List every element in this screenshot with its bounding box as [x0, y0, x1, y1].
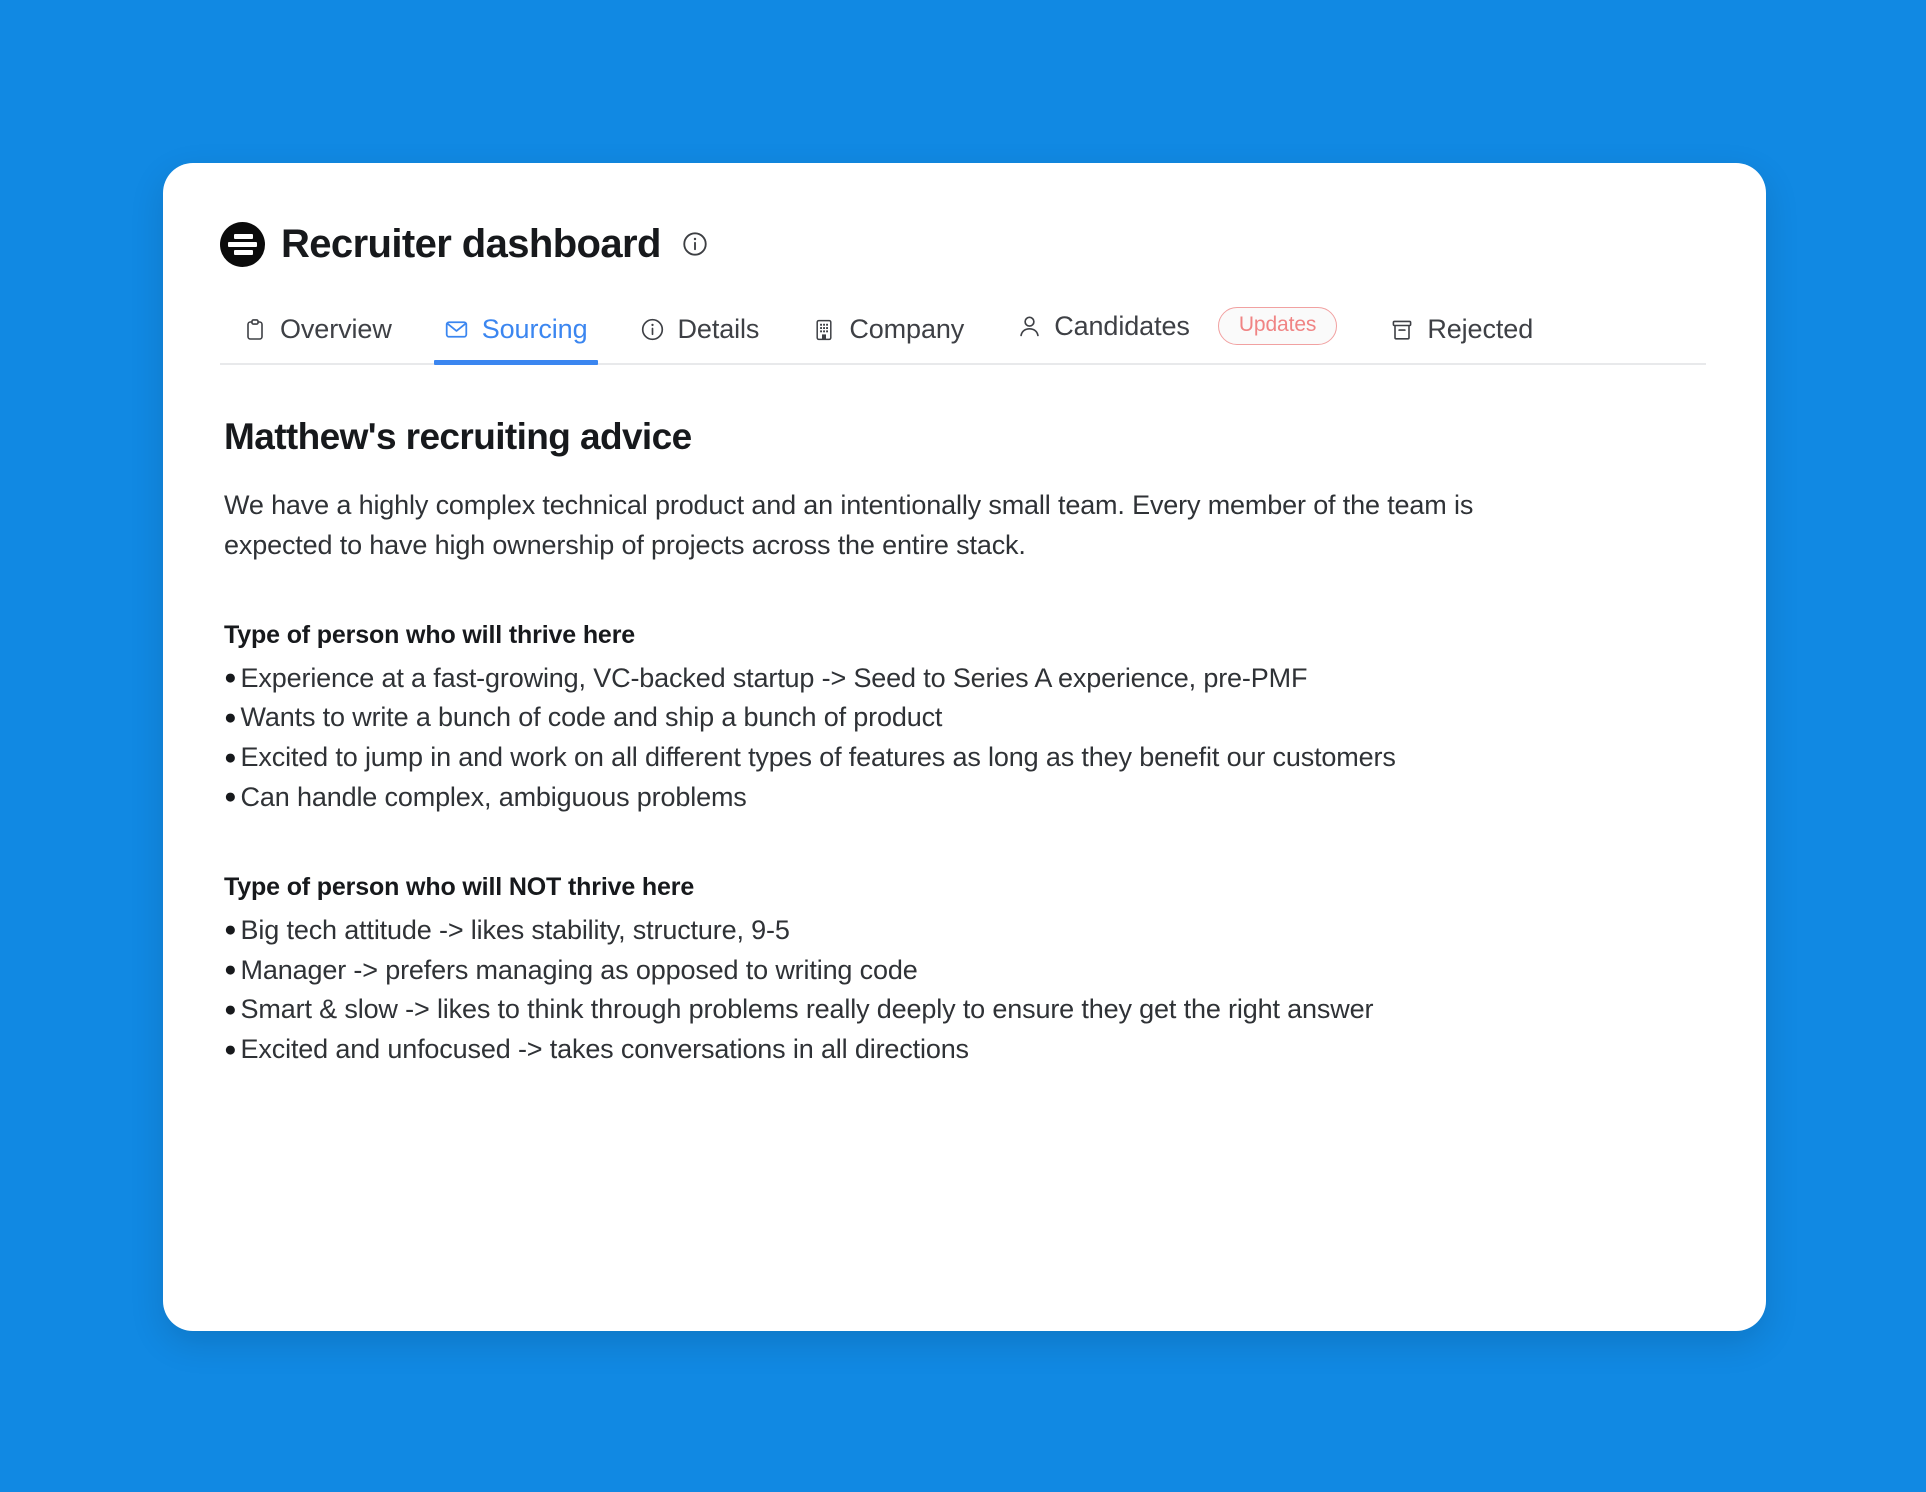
list-item: ● Big tech attitude -> likes stability, s… — [224, 911, 1569, 951]
stacked-bars-circle-logo-icon — [220, 221, 265, 267]
tab-overview-label: Overview — [280, 314, 392, 345]
bullet-dot-icon: ● — [224, 1037, 237, 1061]
envelope-icon — [444, 317, 470, 343]
info-circle-icon[interactable] — [681, 230, 709, 258]
bullet-dot-icon: ● — [224, 958, 237, 982]
tab-details-label: Details — [677, 314, 760, 345]
person-icon — [1016, 313, 1042, 339]
page-title: Recruiter dashboard — [281, 222, 661, 266]
advice-title: Matthew's recruiting advice — [224, 416, 692, 458]
card-inner: Recruiter dashboard Overview Sourcing De… — [163, 163, 1766, 1070]
list-item: ● Manager -> prefers managing as opposed … — [224, 951, 1569, 991]
list-item-text: Smart & slow -> likes to think through p… — [240, 994, 1374, 1025]
list-item-text: Excited and unfocused -> takes conversat… — [240, 1034, 970, 1065]
tab-bar: Overview Sourcing Details Company Candid… — [220, 301, 1706, 366]
bullet-dot-icon: ● — [224, 745, 237, 769]
status-badge-updates[interactable]: Updates — [1217, 307, 1338, 346]
list-item: ● Excited to jump in and work on all diff… — [224, 738, 1569, 778]
tab-rejected[interactable]: Rejected — [1363, 308, 1559, 363]
tab-rejected-label: Rejected — [1427, 314, 1534, 345]
list-item-text: Experience at a fast-growing, VC-backed … — [240, 662, 1308, 693]
tab-company-label: Company — [849, 314, 965, 345]
bullet-dot-icon: ● — [224, 785, 237, 809]
thrive-group: Type of person who will thrive here ● Exp… — [224, 617, 1702, 817]
tab-sourcing[interactable]: Sourcing — [418, 308, 614, 366]
dashboard-card: Recruiter dashboard Overview Sourcing De… — [163, 163, 1766, 1331]
tab-sourcing-label: Sourcing — [481, 314, 588, 345]
app-header: Recruiter dashboard — [220, 215, 1706, 273]
tab-details[interactable]: Details — [614, 308, 786, 363]
list-item: ● Smart & slow -> likes to think through … — [224, 990, 1569, 1030]
list-item: ● Experience at a fast-growing, VC-backed… — [224, 659, 1569, 699]
list-item-text: Big tech attitude -> likes stability, st… — [240, 914, 790, 945]
main-content: Matthew's recruiting advice We have a hi… — [220, 416, 1706, 1070]
list-item: ● Excited and unfocused -> takes conversa… — [224, 1030, 1569, 1070]
tab-company[interactable]: Company — [785, 308, 990, 363]
advice-intro: We have a highly complex technical produ… — [224, 489, 1474, 560]
tab-candidates[interactable]: Candidates Updates — [990, 301, 1363, 363]
not-thrive-group: Type of person who will NOT thrive here … — [224, 869, 1702, 1069]
bullet-dot-icon: ● — [224, 705, 237, 729]
archive-box-icon — [1389, 317, 1415, 343]
bullet-dot-icon: ● — [224, 997, 237, 1021]
building-icon — [811, 317, 837, 343]
list-item-text: Can handle complex, ambiguous problems — [240, 781, 747, 812]
list-item: ● Wants to write a bunch of code and ship… — [224, 698, 1569, 738]
list-item-text: Excited to jump in and work on all diffe… — [240, 742, 1396, 773]
clipboard-icon — [242, 317, 268, 343]
bullet-dot-icon: ● — [224, 918, 237, 942]
tab-candidates-label: Candidates — [1054, 310, 1190, 341]
list-item-text: Manager -> prefers managing as opposed t… — [240, 954, 918, 985]
list-item-text: Wants to write a bunch of code and ship … — [240, 702, 943, 733]
tab-overview[interactable]: Overview — [220, 308, 418, 363]
info-circle-icon — [640, 317, 666, 343]
page-root: Recruiter dashboard Overview Sourcing De… — [0, 0, 1926, 1492]
bullet-dot-icon: ● — [224, 666, 237, 690]
thrive-group-heading: Type of person who will thrive here — [224, 621, 636, 650]
not-thrive-group-heading: Type of person who will NOT thrive here — [224, 873, 695, 902]
list-item: ● Can handle complex, ambiguous problems — [224, 778, 1569, 818]
